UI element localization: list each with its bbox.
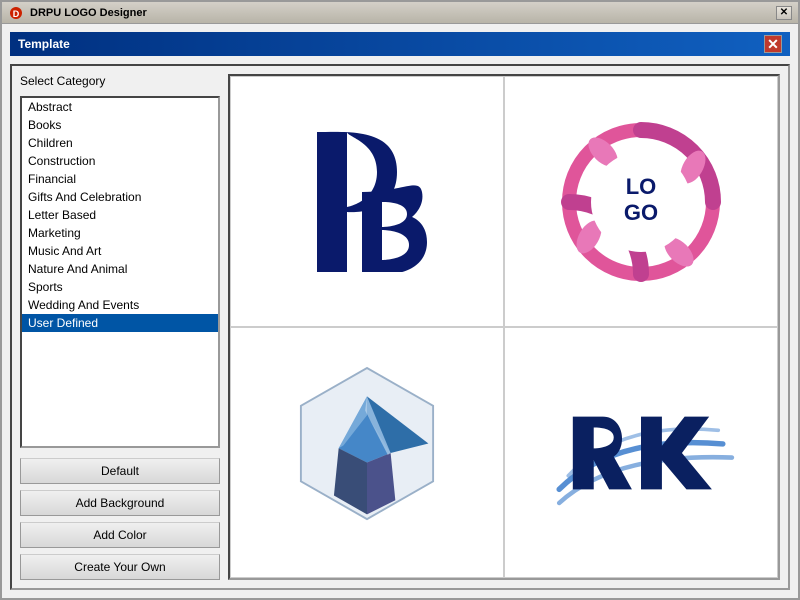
category-books[interactable]: Books xyxy=(22,116,218,134)
window-title: DRPU LOGO Designer xyxy=(30,7,776,19)
dialog-content: Select Category Abstract Books Children … xyxy=(10,64,790,590)
category-wedding[interactable]: Wedding And Events xyxy=(22,296,218,314)
add-background-button[interactable]: Add Background xyxy=(20,490,220,516)
category-label: Select Category xyxy=(20,74,220,88)
app-icon: D xyxy=(8,5,24,21)
category-children[interactable]: Children xyxy=(22,134,218,152)
category-letter[interactable]: Letter Based xyxy=(22,206,218,224)
category-list[interactable]: Abstract Books Children Construction Fin… xyxy=(20,96,220,448)
logo-item-3[interactable] xyxy=(230,327,504,578)
category-gifts[interactable]: Gifts And Celebration xyxy=(22,188,218,206)
main-window: D DRPU LOGO Designer ✕ Template ✕ Select… xyxy=(0,0,800,600)
category-sports[interactable]: Sports xyxy=(22,278,218,296)
logo-item-4[interactable] xyxy=(504,327,778,578)
title-bar: D DRPU LOGO Designer ✕ xyxy=(2,2,798,24)
logo-grid: LO GO xyxy=(228,74,780,580)
buttons-panel: Default Add Background Add Color Create … xyxy=(20,458,220,580)
dialog: Template ✕ Select Category Abstract Book… xyxy=(2,24,798,598)
add-color-button[interactable]: Add Color xyxy=(20,522,220,548)
category-financial[interactable]: Financial xyxy=(22,170,218,188)
dialog-title-bar: Template ✕ xyxy=(10,32,790,56)
logo-item-2[interactable]: LO GO xyxy=(504,76,778,327)
category-user-defined[interactable]: User Defined xyxy=(22,314,218,332)
category-marketing[interactable]: Marketing xyxy=(22,224,218,242)
category-abstract[interactable]: Abstract xyxy=(22,98,218,116)
svg-text:LO: LO xyxy=(626,174,657,199)
dialog-title: Template xyxy=(18,37,764,51)
window-close-button[interactable]: ✕ xyxy=(776,6,792,20)
create-your-own-button[interactable]: Create Your Own xyxy=(20,554,220,580)
svg-text:D: D xyxy=(13,9,20,19)
default-button[interactable]: Default xyxy=(20,458,220,484)
svg-text:GO: GO xyxy=(624,200,658,225)
logo-item-1[interactable] xyxy=(230,76,504,327)
category-nature[interactable]: Nature And Animal xyxy=(22,260,218,278)
category-construction[interactable]: Construction xyxy=(22,152,218,170)
category-music[interactable]: Music And Art xyxy=(22,242,218,260)
dialog-close-button[interactable]: ✕ xyxy=(764,35,782,53)
left-panel: Select Category Abstract Books Children … xyxy=(20,74,220,580)
